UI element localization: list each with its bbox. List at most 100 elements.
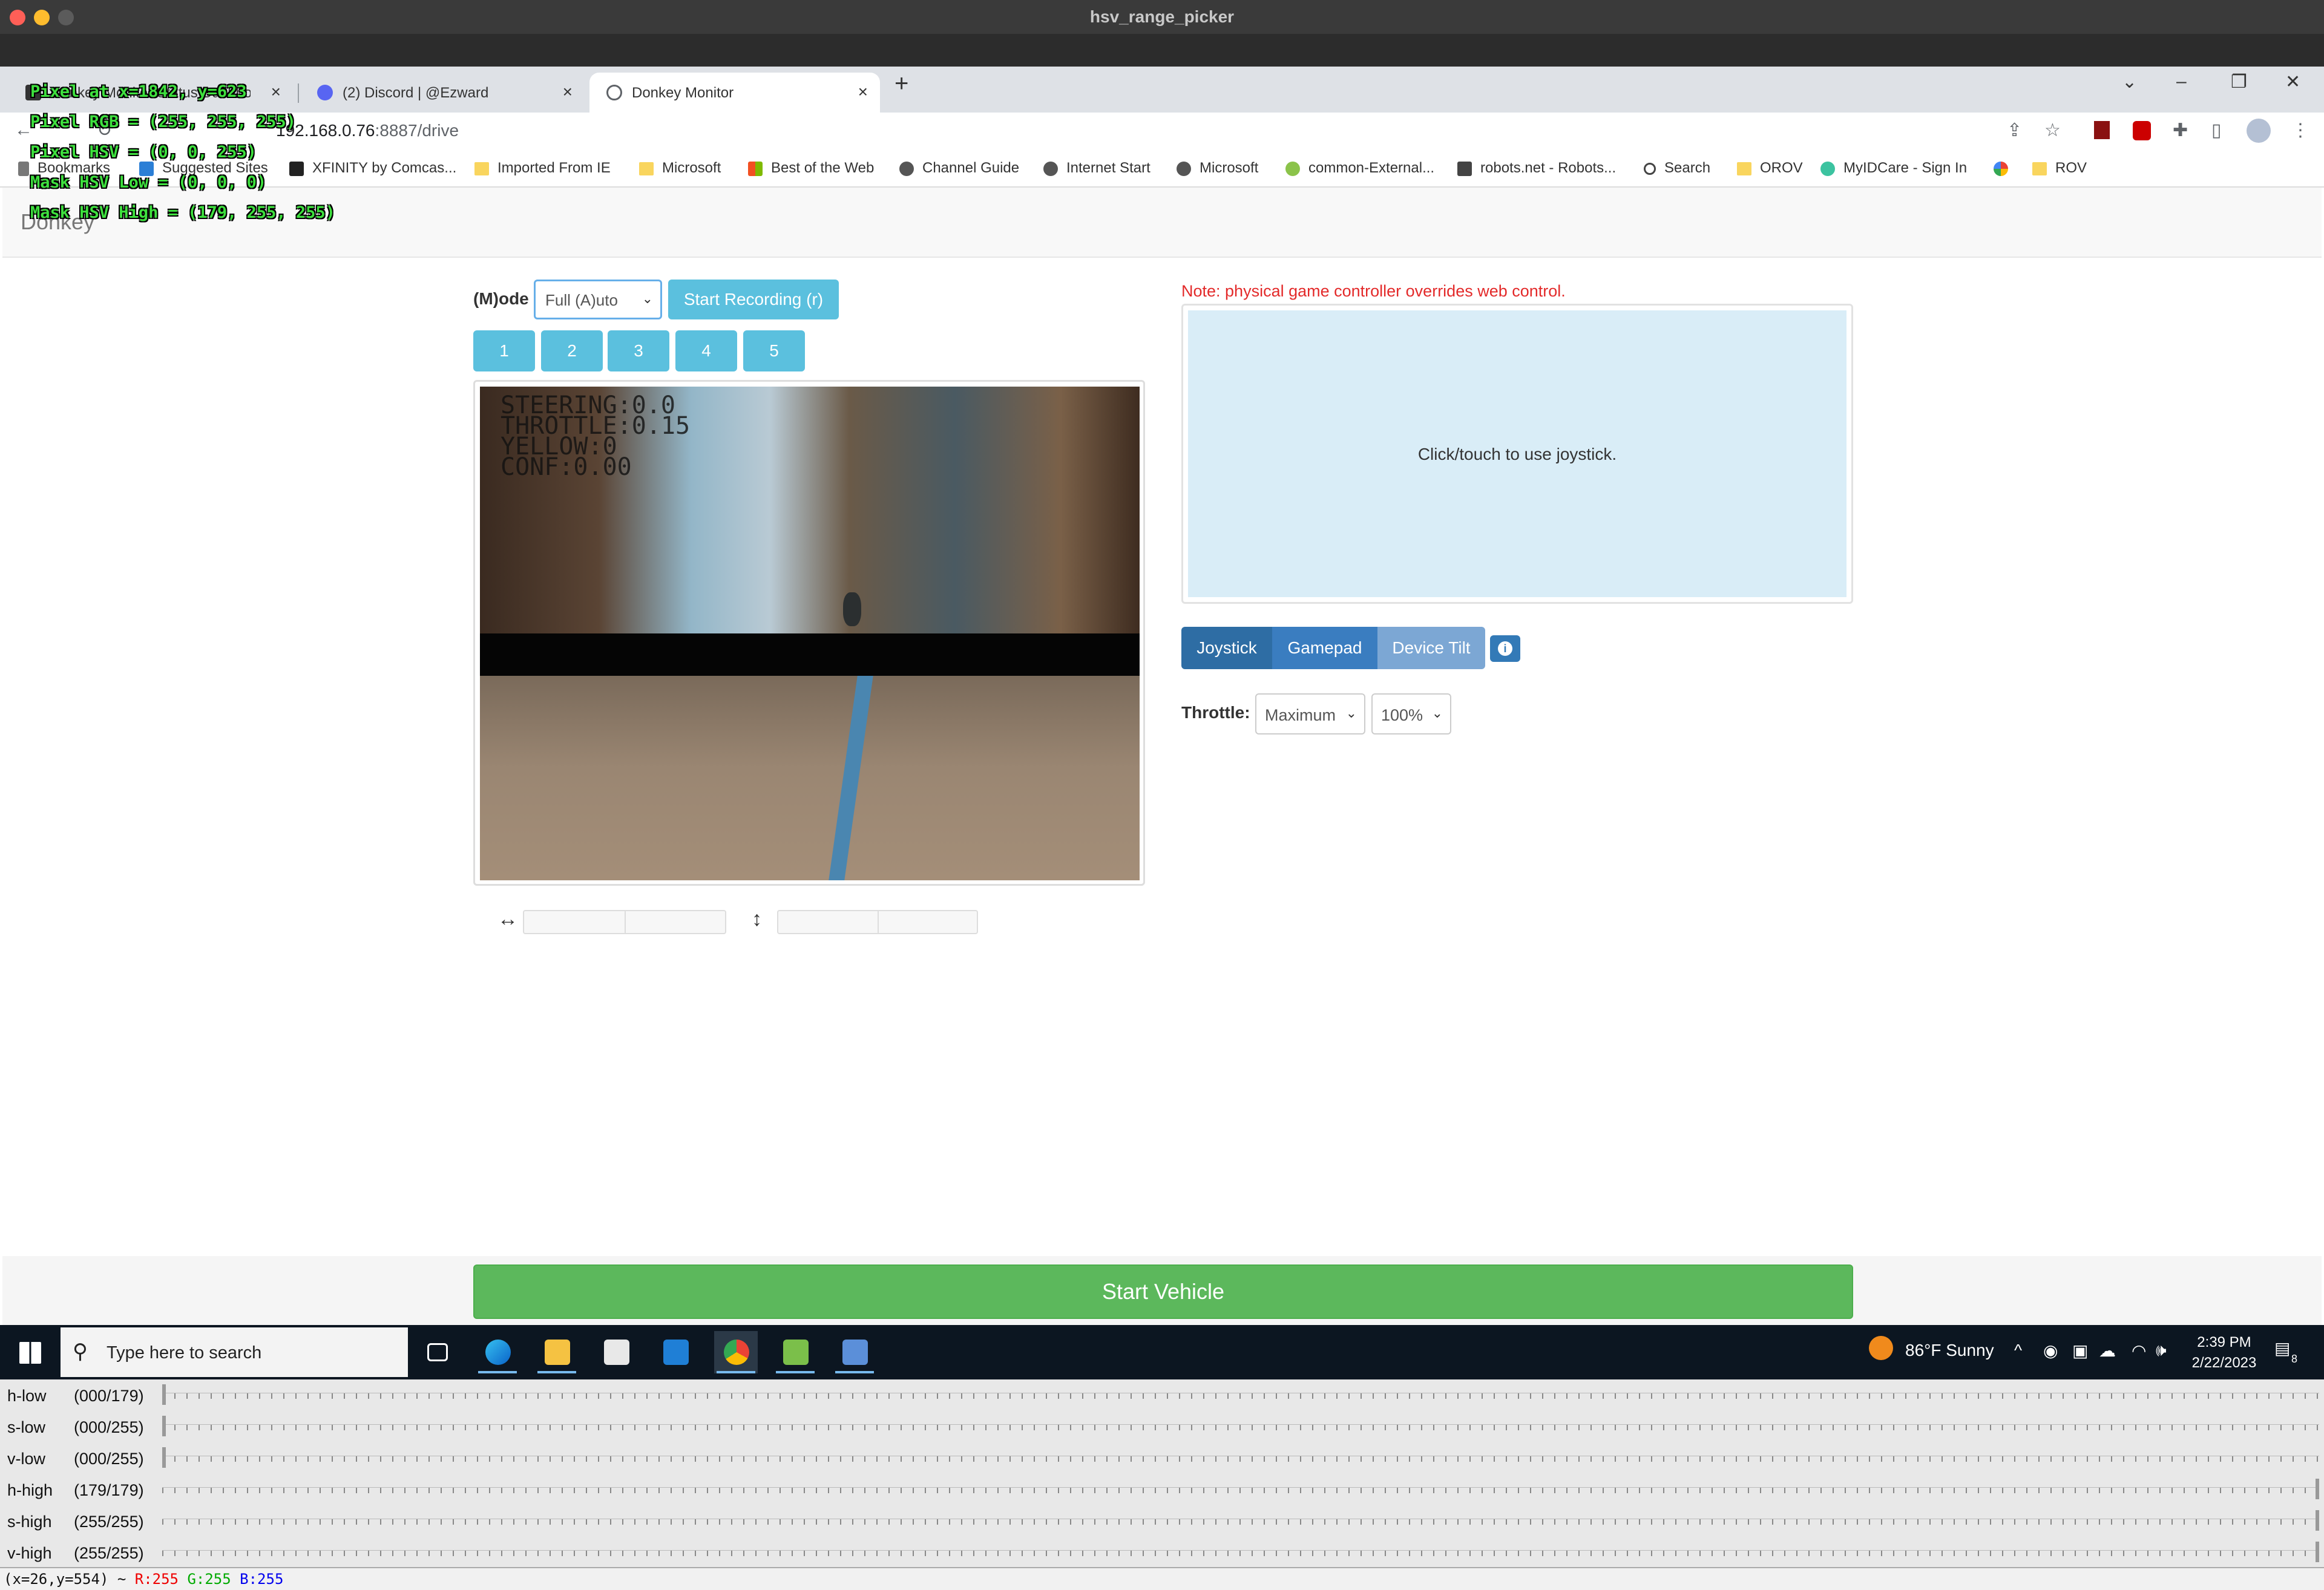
- chevron-down-icon: ⌄: [1431, 705, 1443, 721]
- bookmark-item[interactable]: Microsoft: [639, 160, 721, 177]
- star-icon[interactable]: ☆: [2044, 120, 2061, 141]
- preset-button-4[interactable]: 4: [675, 330, 737, 371]
- gamepad-tab[interactable]: Gamepad: [1272, 627, 1377, 669]
- close-icon[interactable]: ×: [563, 82, 573, 102]
- trackbar-thumb[interactable]: [162, 1416, 166, 1436]
- bookmark-item[interactable]: common-External...: [1285, 160, 1434, 177]
- trackbar-label: s-high: [7, 1513, 52, 1531]
- trackbar-track[interactable]: [162, 1456, 2319, 1462]
- bookmark-item[interactable]: Internet Start: [1043, 160, 1151, 177]
- volume-icon[interactable]: 🕪: [2156, 1341, 2167, 1361]
- bookmark-item[interactable]: OROV: [1737, 160, 1803, 177]
- hsv-mask-low: Mask HSV Low = (0, 0, 0): [30, 173, 267, 192]
- trackbar-thumb[interactable]: [2316, 1479, 2319, 1499]
- weather-text[interactable]: 86°F Sunny: [1905, 1341, 1994, 1360]
- preset-button-2[interactable]: 2: [541, 330, 603, 371]
- url-path: :8887/drive: [375, 121, 459, 140]
- start-recording-button[interactable]: Start Recording (r): [668, 280, 839, 319]
- url-field[interactable]: 192.168.0.76:8887/drive: [276, 121, 459, 140]
- throttle-mode-select[interactable]: Maximum ⌄: [1255, 693, 1365, 734]
- restore-icon[interactable]: ❐: [2231, 71, 2247, 93]
- taskbar-chrome[interactable]: [714, 1331, 758, 1373]
- device-tilt-tab[interactable]: Device Tilt: [1377, 627, 1485, 669]
- avatar[interactable]: [2247, 119, 2271, 143]
- close-icon[interactable]: ×: [271, 82, 281, 102]
- trackbar-track[interactable]: [162, 1424, 2319, 1430]
- trackbar-thumb[interactable]: [2316, 1542, 2319, 1562]
- window-titlebar: hsv_range_picker: [0, 0, 2324, 34]
- preset-button-5[interactable]: 5: [743, 330, 805, 371]
- trackbar-v-high: v-high (255/255): [0, 1537, 2324, 1568]
- bookmark-item[interactable]: Search: [1644, 160, 1710, 177]
- taskbar-notepad[interactable]: [773, 1331, 817, 1373]
- taskbar-edge[interactable]: [476, 1331, 519, 1373]
- taskbar-mail[interactable]: [654, 1331, 697, 1373]
- bookmark-item[interactable]: [1994, 160, 2017, 177]
- bookmark-item[interactable]: XFINITY by Comcas...: [289, 160, 456, 177]
- bookmark-item[interactable]: Microsoft: [1177, 160, 1258, 177]
- trackbar-value: (000/255): [74, 1418, 144, 1436]
- bookmark-item[interactable]: Channel Guide: [899, 160, 1019, 177]
- globe-icon: [606, 85, 622, 100]
- bookmark-item[interactable]: MyIDCare - Sign In: [1820, 160, 1967, 177]
- minimize-icon[interactable]: –: [2176, 71, 2187, 92]
- info-button[interactable]: i: [1490, 635, 1520, 662]
- trackbar-track[interactable]: [162, 1487, 2319, 1493]
- start-button[interactable]: [8, 1331, 52, 1373]
- tray-record-icon[interactable]: ◉: [2043, 1341, 2058, 1361]
- close-icon[interactable]: ✕: [2285, 71, 2300, 93]
- bookmark-item[interactable]: Imported From IE: [474, 160, 611, 177]
- taskbar-clock[interactable]: 2:39 PM 2/22/2023: [2179, 1332, 2270, 1373]
- throttle-percent-select[interactable]: 100% ⌄: [1371, 693, 1451, 734]
- trackbar-thumb[interactable]: [162, 1447, 166, 1468]
- tab-discord[interactable]: (2) Discord | @Ezward ×: [300, 73, 585, 113]
- notification-icon[interactable]: ▤: [2274, 1338, 2290, 1358]
- clock-time: 2:39 PM: [2197, 1334, 2251, 1350]
- trackbar-track[interactable]: [162, 1550, 2319, 1556]
- onedrive-icon[interactable]: ☁: [2099, 1341, 2116, 1361]
- menu-icon[interactable]: ⋮: [2291, 120, 2309, 141]
- trackbar-label: h-low: [7, 1387, 47, 1405]
- tab-search-icon[interactable]: ⌄: [2122, 71, 2137, 93]
- trackbar-track[interactable]: [162, 1519, 2319, 1525]
- ublock-icon[interactable]: [2133, 121, 2151, 140]
- taskbar-explorer[interactable]: [535, 1331, 579, 1373]
- start-vehicle-button[interactable]: Start Vehicle: [473, 1264, 1853, 1319]
- trackbar-thumb[interactable]: [2316, 1510, 2319, 1531]
- preset-button-1[interactable]: 1: [473, 330, 535, 371]
- tab-donkey-monitor[interactable]: Donkey Monitor ×: [589, 73, 880, 113]
- microsoft-icon: [748, 161, 763, 176]
- globe-icon: [899, 161, 914, 176]
- bookmark-label: Internet Start: [1066, 160, 1151, 176]
- new-tab-icon[interactable]: +: [894, 70, 908, 97]
- clock-date: 2/22/2023: [2191, 1355, 2257, 1371]
- task-view-button[interactable]: [415, 1331, 459, 1373]
- close-icon[interactable]: ×: [858, 82, 868, 102]
- trackbar-track[interactable]: [162, 1393, 2319, 1399]
- trackbar-thumb[interactable]: [162, 1384, 166, 1405]
- sidepanel-icon[interactable]: ▯: [2211, 120, 2222, 141]
- tray-device-icon[interactable]: ▣: [2072, 1341, 2088, 1361]
- camera-scene-floor: [480, 676, 1140, 880]
- taskbar-remote[interactable]: [833, 1331, 876, 1373]
- windows-taskbar: ⚲ Type here to search 86°F Sunny ^ ◉ ▣ ☁…: [0, 1325, 2324, 1379]
- bookmark-label: XFINITY by Comcas...: [312, 160, 457, 176]
- google-icon: [1994, 161, 2008, 176]
- joystick-area[interactable]: Click/touch to use joystick.: [1188, 310, 1846, 597]
- controller-note: Note: physical game controller overrides…: [1181, 282, 1566, 300]
- mode-select[interactable]: Full (A)uto ⌄: [534, 280, 662, 319]
- extension-icon[interactable]: [2094, 121, 2110, 139]
- taskbar-search[interactable]: ⚲ Type here to search: [61, 1327, 408, 1377]
- share-icon[interactable]: ⇪: [2007, 120, 2022, 141]
- bookmark-item[interactable]: ROV: [2032, 160, 2087, 177]
- bookmark-item[interactable]: Best of the Web: [748, 160, 874, 177]
- puzzle-icon[interactable]: ✚: [2173, 120, 2188, 141]
- trackbar-label: s-low: [7, 1418, 46, 1436]
- joystick-tab[interactable]: Joystick: [1181, 627, 1272, 669]
- running-indicator: [478, 1371, 517, 1373]
- taskbar-store[interactable]: [594, 1331, 638, 1373]
- bookmark-item[interactable]: robots.net - Robots...: [1457, 160, 1616, 177]
- wifi-icon[interactable]: ◠: [2132, 1341, 2146, 1361]
- chevron-up-icon[interactable]: ^: [2014, 1341, 2022, 1360]
- preset-button-3[interactable]: 3: [608, 330, 669, 371]
